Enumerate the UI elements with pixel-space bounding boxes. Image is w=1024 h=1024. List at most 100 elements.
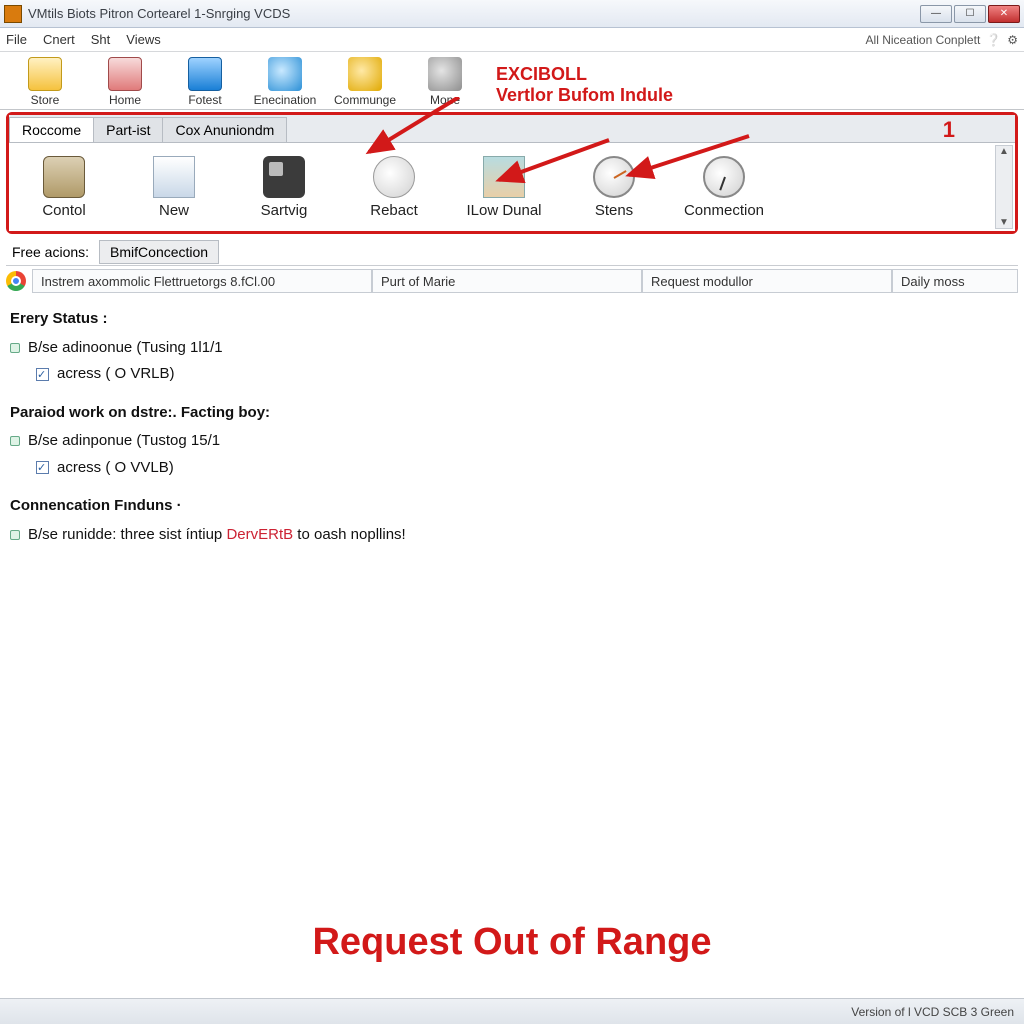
ribbon-ilow-label: ILow Dunal xyxy=(466,202,541,219)
folder-open-icon xyxy=(188,57,222,91)
menu-file[interactable]: File xyxy=(6,32,27,47)
section2-row2: acress ( O VVLB) xyxy=(10,455,1014,482)
moon-icon xyxy=(348,57,382,91)
document-icon xyxy=(153,156,195,198)
ribbon-sartvig-label: Sartvig xyxy=(261,202,308,219)
ribbon-rebact-label: Rebact xyxy=(370,202,418,219)
toolbar-communge[interactable]: Communge xyxy=(326,53,404,107)
free-actions-row: Free acions: BmifConcection xyxy=(6,238,1018,266)
ribbon-new-label: New xyxy=(159,202,189,219)
tab-cox-anuniondm[interactable]: Cox Anuniondm xyxy=(162,117,287,142)
section3-pre: B/se runidde: three sist íntiup xyxy=(28,526,226,543)
ribbon-stens-label: Stens xyxy=(595,202,633,219)
content-area: Erery Status : B/se adinoonue (Tusing 1l… xyxy=(10,308,1014,548)
close-button[interactable]: ✕ xyxy=(988,5,1020,23)
calculator-icon xyxy=(263,156,305,198)
section3-title: Connencation Fınduns · xyxy=(10,495,1014,518)
section1-row1-text: B/se adinoonue (Tusing 1l1/1 xyxy=(28,337,223,360)
tab-partist[interactable]: Part-ist xyxy=(93,117,163,142)
ribbon-new[interactable]: New xyxy=(119,156,229,219)
ribbon-contol-label: Contol xyxy=(42,202,85,219)
col-request[interactable]: Request modullor xyxy=(642,269,892,293)
section2-row1-text: B/se adinponue (Tustog 15/1 xyxy=(28,430,220,453)
window-controls: — ☐ ✕ xyxy=(920,5,1020,23)
menu-cnert[interactable]: Cnert xyxy=(43,32,75,47)
section1-row1: B/se adinoonue (Tusing 1l1/1 xyxy=(10,335,1014,362)
toolbar-fotest[interactable]: Fotest xyxy=(166,53,244,107)
toolbar-home[interactable]: Home xyxy=(86,53,164,107)
ribbon-stens[interactable]: Stens xyxy=(559,156,669,219)
scroll-up-icon[interactable]: ▲ xyxy=(999,146,1009,157)
annotation-line1: EXCIBOLL xyxy=(496,64,673,86)
tab-roccome[interactable]: Roccome xyxy=(9,117,94,142)
gear-icon[interactable]: ⚙ xyxy=(1007,33,1018,47)
toolbar-home-label: Home xyxy=(109,93,141,107)
col-daily[interactable]: Daily moss xyxy=(892,269,1018,293)
chrome-icon xyxy=(6,271,26,291)
title-bar: VMtils Biots Pitron Cortearel 1-Snrging … xyxy=(0,0,1024,28)
section2-row2-text: acress ( O VVLB) xyxy=(57,457,174,480)
sphere-icon xyxy=(428,57,462,91)
section3-post: to oash nopllins! xyxy=(293,526,406,543)
checkbox-icon[interactable] xyxy=(36,368,49,381)
ribbon-scrollbar[interactable]: ▲▼ xyxy=(995,145,1013,229)
clock-icon xyxy=(703,156,745,198)
ribbon-conmection-label: Conmection xyxy=(684,202,764,219)
toolbar-mone[interactable]: Mone xyxy=(406,53,484,107)
toolbar-enecination[interactable]: Enecination xyxy=(246,53,324,107)
ribbon-tabstrip: Roccome Part-ist Cox Anuniondm xyxy=(9,115,1015,143)
menu-right-status: All Niceation Conplett ❔ ⚙ xyxy=(866,33,1018,47)
card-icon xyxy=(483,156,525,198)
free-action-tab-bmif[interactable]: BmifConcection xyxy=(99,240,219,264)
toolbar-mone-label: Mone xyxy=(430,93,460,107)
status-bullet-icon xyxy=(10,530,20,540)
menu-views[interactable]: Views xyxy=(126,32,160,47)
wrench-icon xyxy=(373,156,415,198)
controller-icon xyxy=(43,156,85,198)
minimize-button[interactable]: — xyxy=(920,5,952,23)
column-header-row: Instrem axommolic Flettruetorgs 8.fCl.00… xyxy=(6,268,1018,294)
toolbar-store-label: Store xyxy=(31,93,60,107)
main-toolbar: Store Home Fotest Enecination Communge M… xyxy=(0,52,1024,110)
ribbon-conmection[interactable]: Conmection xyxy=(669,156,779,219)
menu-sht[interactable]: Sht xyxy=(91,32,111,47)
section1-row2: acress ( O VRLB) xyxy=(10,361,1014,388)
toolbar-communge-label: Communge xyxy=(334,93,396,107)
toolbar-store[interactable]: Store xyxy=(6,53,84,107)
ribbon-sartvig[interactable]: Sartvig xyxy=(229,156,339,219)
section2-row1: B/se adinponue (Tustog 15/1 xyxy=(10,428,1014,455)
ribbon-ilow-dunal[interactable]: ILow Dunal xyxy=(449,156,559,219)
notification-text: All Niceation Conplett xyxy=(866,33,981,47)
col-path[interactable]: Instrem axommolic Flettruetorgs 8.fCl.00 xyxy=(32,269,372,293)
annotation-number-1: 1 xyxy=(943,117,955,143)
col-purt[interactable]: Purt of Marie xyxy=(372,269,642,293)
maximize-button[interactable]: ☐ xyxy=(954,5,986,23)
app-icon xyxy=(4,5,22,23)
section2-title: Paraiod work on dstre:. Facting boy: xyxy=(10,402,1014,425)
status-bar: Version of l VCD SCB 3 Green xyxy=(0,998,1024,1024)
section3-red-word: DervERtB xyxy=(226,526,293,543)
ribbon-rebact[interactable]: Rebact xyxy=(339,156,449,219)
annotation-line2: Vertlor Bufom Indule xyxy=(496,85,673,107)
window-title: VMtils Biots Pitron Cortearel 1-Snrging … xyxy=(28,6,920,21)
scroll-down-icon[interactable]: ▼ xyxy=(999,217,1009,228)
home-icon xyxy=(108,57,142,91)
folder-icon xyxy=(28,57,62,91)
status-version: Version of l VCD SCB 3 Green xyxy=(851,1005,1014,1019)
gauge-icon xyxy=(593,156,635,198)
menu-bar: File Cnert Sht Views All Niceation Conpl… xyxy=(0,28,1024,52)
status-bullet-icon xyxy=(10,436,20,446)
ribbon-contol[interactable]: Contol xyxy=(9,156,119,219)
checkbox-icon[interactable] xyxy=(36,461,49,474)
status-bullet-icon xyxy=(10,343,20,353)
highlighted-ribbon-area: 1 Roccome Part-ist Cox Anuniondm Contol … xyxy=(6,112,1018,234)
annotation-top: EXCIBOLL Vertlor Bufom Indule xyxy=(496,64,673,107)
big-error-message: Request Out of Range xyxy=(0,921,1024,964)
section1-title: Erery Status : xyxy=(10,308,1014,331)
ribbon: Contol New Sartvig Rebact ILow Dunal Ste… xyxy=(9,143,1015,231)
section3-row1-text: B/se runidde: three sist íntiup DervERtB… xyxy=(28,524,406,547)
free-actions-label: Free acions: xyxy=(6,244,95,260)
section1-row2-text: acress ( O VRLB) xyxy=(57,363,175,386)
toolbar-fotest-label: Fotest xyxy=(188,93,221,107)
help-icon[interactable]: ❔ xyxy=(986,33,1001,47)
